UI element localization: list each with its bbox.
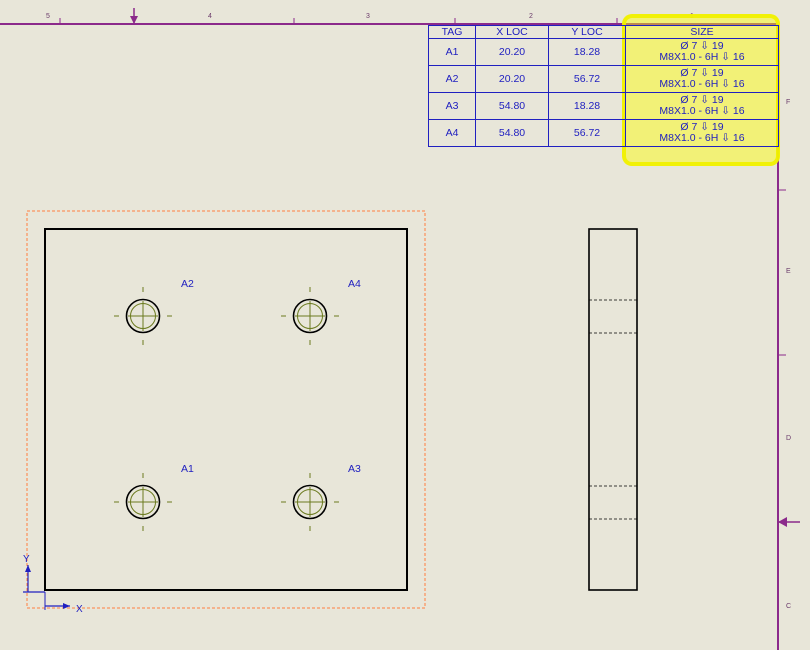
side-view-plate[interactable]	[588, 228, 638, 591]
cell-yloc: 18.28	[548, 92, 626, 120]
cell-yloc: 56.72	[548, 65, 626, 93]
cell-tag: A3	[428, 92, 476, 120]
cell-yloc: 56.72	[548, 119, 626, 147]
zone-label: 4	[208, 13, 212, 20]
cell-size: Ø 7 ⇩ 19 M8X1.0 - 6H ⇩ 16	[625, 119, 779, 147]
right-center-mark-icon	[778, 517, 800, 527]
zone-label: 2	[529, 13, 533, 20]
cell-yloc: 18.28	[548, 38, 626, 66]
side-view-hidden-lines	[589, 299, 637, 520]
table-row[interactable]: A3 54.80 18.28 Ø 7 ⇩ 19 M8X1.0 - 6H ⇩ 16	[428, 92, 779, 120]
axis-x-label: X	[76, 604, 83, 615]
zone-label: E	[786, 268, 791, 275]
hole-tag-a2[interactable]: A2	[181, 278, 194, 290]
hole-tag-labels: A2 A4 A1 A3	[181, 278, 361, 475]
hole-table-header-size: SIZE	[625, 25, 779, 39]
zone-label: C	[786, 603, 791, 610]
hole-a1[interactable]	[114, 473, 172, 531]
cell-xloc: 20.20	[475, 65, 549, 93]
hole-table-header-row: TAG X LOC Y LOC SIZE	[428, 25, 779, 39]
hole-tag-a1[interactable]: A1	[181, 463, 194, 475]
zone-label: 1	[690, 13, 694, 20]
hole-a3[interactable]	[281, 473, 339, 531]
size-thread-callout: M8X1.0 - 6H ⇩ 16	[659, 105, 745, 117]
cell-xloc: 54.80	[475, 92, 549, 120]
cell-xloc: 20.20	[475, 38, 549, 66]
hole-a4[interactable]	[281, 287, 339, 345]
size-thread-callout: M8X1.0 - 6H ⇩ 16	[659, 132, 745, 144]
hole-tag-a4[interactable]: A4	[348, 278, 361, 290]
zone-label: D	[786, 435, 791, 442]
cell-xloc: 54.80	[475, 119, 549, 147]
table-row[interactable]: A4 54.80 56.72 Ø 7 ⇩ 19 M8X1.0 - 6H ⇩ 16	[428, 119, 779, 147]
view-selection-box[interactable]	[26, 210, 426, 609]
table-row[interactable]: A2 20.20 56.72 Ø 7 ⇩ 19 M8X1.0 - 6H ⇩ 16	[428, 65, 779, 93]
cell-size: Ø 7 ⇩ 19 M8X1.0 - 6H ⇩ 16	[625, 92, 779, 120]
size-thread-callout: M8X1.0 - 6H ⇩ 16	[659, 78, 745, 90]
cell-size: Ø 7 ⇩ 19 M8X1.0 - 6H ⇩ 16	[625, 65, 779, 93]
hole-table-header-xloc: X LOC	[475, 25, 549, 39]
origin-axis-icon	[23, 565, 70, 610]
cell-tag: A1	[428, 38, 476, 66]
top-center-mark-icon	[130, 8, 138, 24]
hole-table-header-yloc: Y LOC	[548, 25, 626, 39]
zone-label: 5	[46, 13, 50, 20]
top-ruler-labels: 5 4 3 2 1	[46, 13, 694, 20]
cell-tag: A4	[428, 119, 476, 147]
hole-table[interactable]: TAG X LOC Y LOC SIZE A1 20.20 18.28 Ø 7 …	[428, 25, 779, 147]
size-thread-callout: M8X1.0 - 6H ⇩ 16	[659, 51, 745, 63]
zone-label: 3	[366, 13, 370, 20]
cell-size: Ø 7 ⇩ 19 M8X1.0 - 6H ⇩ 16	[625, 38, 779, 66]
hole-a2[interactable]	[114, 287, 172, 345]
right-ruler-ticks	[778, 189, 786, 356]
hole-table-header-tag: TAG	[428, 25, 476, 39]
axis-y-label: Y	[23, 554, 30, 565]
hole-tag-a3[interactable]: A3	[348, 463, 361, 475]
cell-tag: A2	[428, 65, 476, 93]
right-ruler-labels: F E D C	[786, 99, 791, 610]
table-row[interactable]: A1 20.20 18.28 Ø 7 ⇩ 19 M8X1.0 - 6H ⇩ 16	[428, 38, 779, 66]
zone-label: F	[786, 99, 790, 106]
